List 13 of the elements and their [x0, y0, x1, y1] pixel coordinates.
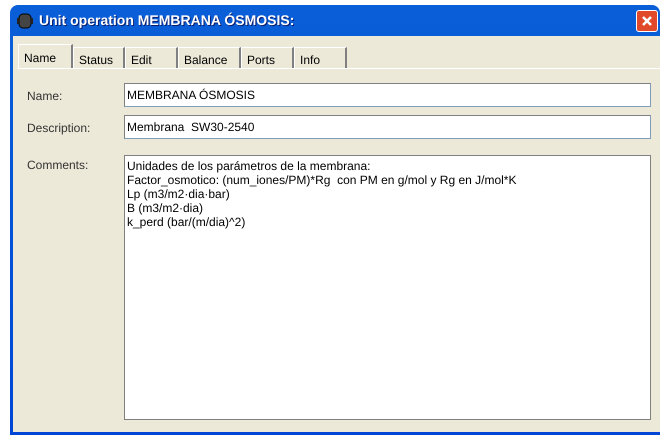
tab[interactable]: Balance — [178, 47, 241, 68]
window-title: Unit operation MEMBRANA ÓSMOSIS: — [39, 11, 294, 30]
text-field[interactable]: MEMBRANA ÓSMOSIS — [124, 83, 651, 107]
tab[interactable]: Status — [73, 47, 125, 68]
field-label: Description: — [27, 120, 92, 137]
tab[interactable]: Ports — [241, 47, 294, 68]
tab[interactable]: Info — [294, 47, 347, 68]
comments-field[interactable]: Unidades de los parámetros de la membrana: Factor_osmotico: (num_iones/PM)*Rg con PM en g/mol y Rg en J/mol*K Lp (m3/m2·dia·bar) B (m3/m2·dia) k_perd (bar/(m/dia)^2) — [124, 155, 651, 420]
field-label: Comments: — [27, 157, 90, 174]
text-field[interactable]: Membrana SW30-2540 — [124, 115, 651, 139]
field-label: Name: — [27, 88, 64, 105]
tab[interactable]: Name — [18, 44, 73, 68]
tab[interactable]: Edit — [125, 47, 178, 68]
